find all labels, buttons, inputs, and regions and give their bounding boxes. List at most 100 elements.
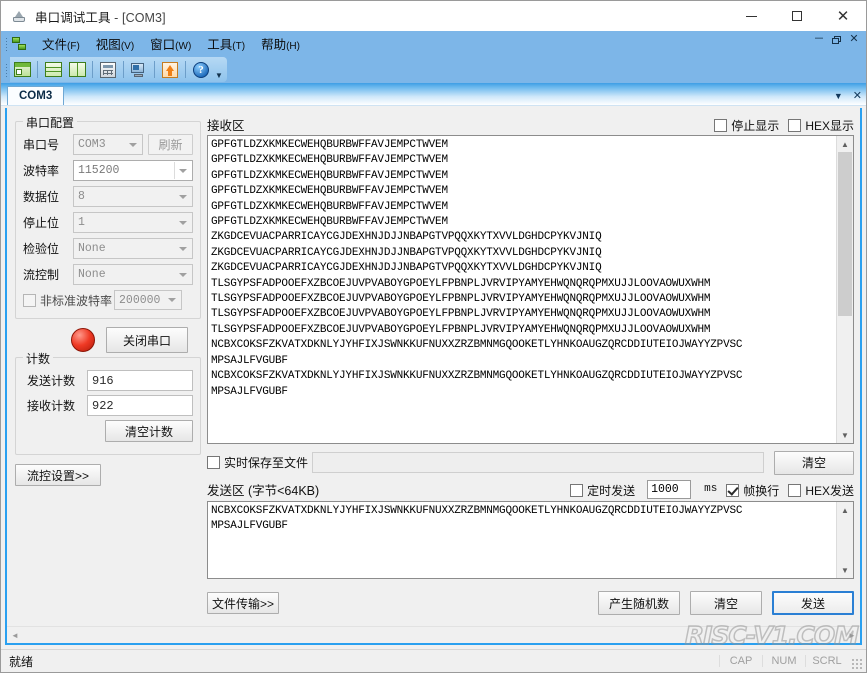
- mdi-close-button[interactable]: ✕: [848, 34, 860, 45]
- serial-config-group: 串口配置 串口号 COM3 刷新 波特率 115200 数据位 8 停止位 1 …: [15, 114, 201, 319]
- port-status-led-icon: [71, 328, 95, 352]
- status-bar: 就绪 CAP NUM SCRL: [1, 649, 866, 672]
- resize-grip[interactable]: [851, 658, 863, 670]
- tile-vertical-icon: [68, 62, 86, 77]
- custom-baud-combo[interactable]: 200000: [114, 290, 183, 310]
- send-scroll-track[interactable]: [837, 518, 853, 562]
- custom-baud-label: 非标准波特率: [40, 293, 113, 308]
- timed-send-checkbox[interactable]: [570, 483, 584, 497]
- status-scrl-indicator: SCRL: [805, 655, 848, 667]
- mdi-minimize-button[interactable]: －: [813, 34, 825, 45]
- close-button[interactable]: ✕: [820, 1, 866, 31]
- stop-display-checkbox[interactable]: [714, 119, 728, 132]
- custom-baud-checkbox[interactable]: [23, 293, 36, 307]
- chevron-down-icon: [179, 246, 187, 251]
- menu-item-help-mnemonic: (H): [286, 41, 300, 52]
- help-icon: ?: [193, 61, 209, 78]
- application-window: 串口调试工具 - [COM3] ✕ 文件(F) 视图(V) 窗口(W) 工具(T…: [0, 0, 867, 673]
- toolbar-overflow-button[interactable]: ▼: [213, 57, 225, 82]
- hex-display-option[interactable]: HEX显示: [788, 117, 854, 134]
- frame-newline-option[interactable]: 帧换行: [726, 482, 779, 499]
- tx-count-label: 发送计数: [27, 374, 76, 388]
- maximize-button[interactable]: [774, 1, 820, 31]
- toolbar-separator: [37, 61, 38, 78]
- send-interval-input[interactable]: 1000: [647, 479, 692, 499]
- clear-receive-button[interactable]: 清空: [774, 450, 854, 475]
- scroll-down-icon[interactable]: ▼: [837, 427, 853, 443]
- flow-settings-button[interactable]: 流控设置>>: [15, 464, 101, 486]
- scroll-left-icon[interactable]: ◄: [7, 631, 23, 640]
- menu-item-tools[interactable]: 工具(T): [199, 31, 253, 56]
- send-textarea[interactable]: NCBXCOKSFZKVATXDKNLYJYHFIXJSWNKKUFNUXXZR…: [207, 501, 854, 579]
- generate-random-button[interactable]: 产生随机数: [598, 591, 680, 615]
- frame-newline-label: 帧换行: [743, 483, 780, 498]
- mdi-restore-button[interactable]: [832, 35, 841, 44]
- stop-display-label: 停止显示: [731, 119, 780, 133]
- hex-send-checkbox[interactable]: [788, 483, 802, 497]
- receive-vertical-scrollbar[interactable]: ▲ ▼: [836, 136, 853, 443]
- receive-textarea[interactable]: GPFGTLDZXKMKECWEHQBURBWFFAVJEMPCTWVEM GP…: [207, 135, 854, 444]
- send-button[interactable]: 发送: [772, 591, 854, 615]
- parity-combo[interactable]: None: [73, 238, 193, 259]
- clear-send-button[interactable]: 清空: [690, 591, 762, 615]
- port-row: 串口号 COM3 刷新: [23, 134, 193, 155]
- toolbar-upload-button[interactable]: [159, 59, 181, 81]
- receive-scroll-track[interactable]: [837, 152, 853, 427]
- menu-item-help[interactable]: 帮助(H): [253, 31, 308, 56]
- data-panel: 接收区 停止显示 HEX显示 GPFGTLDZXKMKECWEHQBURBWFF…: [207, 114, 854, 620]
- minimize-button[interactable]: [728, 1, 774, 31]
- baud-combo[interactable]: 115200: [73, 160, 193, 181]
- toolbar-calculator-button[interactable]: [97, 59, 119, 81]
- stop-display-option[interactable]: 停止显示: [714, 117, 779, 134]
- menu-item-file[interactable]: 文件(F): [34, 31, 88, 56]
- file-transfer-button[interactable]: 文件传输>>: [207, 592, 279, 614]
- menu-item-tools-label: 工具: [207, 38, 233, 52]
- tx-count-field[interactable]: 916: [87, 370, 193, 391]
- save-path-input[interactable]: [312, 452, 764, 473]
- scroll-up-icon[interactable]: ▲: [837, 136, 853, 152]
- send-vertical-scrollbar[interactable]: ▲ ▼: [836, 502, 853, 578]
- clear-count-label: 清空计数: [124, 424, 173, 439]
- clear-receive-label: 清空: [801, 456, 826, 470]
- toolbar-new-window-button[interactable]: [11, 59, 33, 81]
- new-window-icon: [13, 62, 31, 77]
- hex-display-checkbox[interactable]: [788, 119, 802, 132]
- parity-label: 检验位: [23, 242, 60, 256]
- port-combo[interactable]: COM3: [73, 134, 143, 155]
- refresh-ports-button[interactable]: 刷新: [148, 134, 193, 155]
- toolbar-help-button[interactable]: ?: [190, 59, 212, 81]
- upload-icon: [162, 61, 178, 78]
- menu-item-window[interactable]: 窗口(W): [142, 31, 199, 56]
- stopbits-combo[interactable]: 1: [73, 212, 193, 233]
- save-to-file-checkbox[interactable]: [207, 456, 220, 469]
- frame-newline-checkbox[interactable]: [726, 483, 740, 497]
- close-port-button[interactable]: 关闭串口: [106, 327, 188, 353]
- clear-count-button[interactable]: 清空计数: [105, 420, 193, 442]
- scroll-up-icon[interactable]: ▲: [837, 502, 853, 518]
- toolbar-tile-vertical-button[interactable]: [66, 59, 88, 81]
- send-text-content: NCBXCOKSFZKVATXDKNLYJYHFIXJSWNKKUFNUXXZR…: [211, 505, 743, 533]
- flowcontrol-combo[interactable]: None: [73, 264, 193, 285]
- menu-item-view[interactable]: 视图(V): [88, 31, 142, 56]
- toolbar-grip-handle[interactable]: [5, 62, 8, 77]
- hex-send-option[interactable]: HEX发送: [788, 482, 854, 499]
- chevron-down-icon: [129, 142, 137, 147]
- databits-combo[interactable]: 8: [73, 186, 193, 207]
- document-tab-bar: COM3 ▼ ✕: [1, 83, 866, 105]
- toolbar-monitor-button[interactable]: [128, 59, 150, 81]
- toolbar-separator: [123, 61, 124, 78]
- menu-item-view-mnemonic: (V): [120, 41, 135, 52]
- toolbar-tile-horizontal-button[interactable]: [42, 59, 64, 81]
- tab-list-dropdown-icon[interactable]: ▼: [834, 91, 843, 101]
- window-title-document: - [COM3]: [110, 10, 166, 25]
- tab-close-icon[interactable]: ✕: [853, 89, 862, 102]
- status-indicators: CAP NUM SCRL: [719, 655, 848, 667]
- scroll-down-icon[interactable]: ▼: [837, 562, 853, 578]
- scroll-right-icon[interactable]: ►: [844, 631, 860, 640]
- rx-count-field[interactable]: 922: [87, 395, 193, 416]
- receive-scroll-thumb[interactable]: [838, 152, 852, 316]
- tab-com3[interactable]: COM3: [7, 86, 65, 105]
- menu-grip-handle[interactable]: [5, 36, 8, 51]
- child-horizontal-scrollbar[interactable]: ◄ ►: [7, 626, 860, 643]
- timed-send-option[interactable]: 定时发送: [570, 482, 635, 499]
